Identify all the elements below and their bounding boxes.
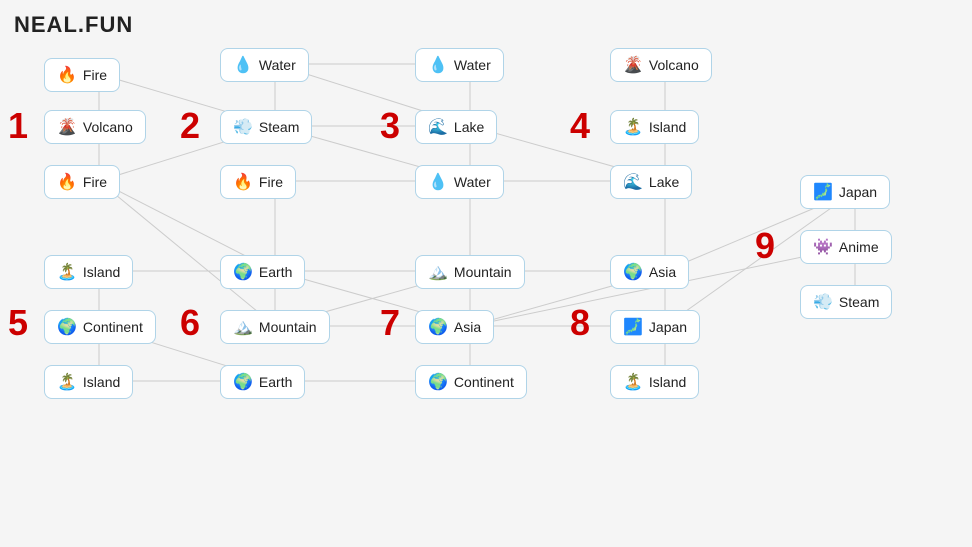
node-anime1[interactable]: 👾 Anime xyxy=(800,230,892,264)
node-earth1[interactable]: 🌍 Earth xyxy=(220,255,305,289)
step-label-9: 9 xyxy=(755,228,775,264)
node-label-island3: Island xyxy=(649,119,686,135)
node-label-earth2: Earth xyxy=(259,374,292,390)
node-fire3[interactable]: 🔥 Fire xyxy=(220,165,296,199)
node-steam1[interactable]: 💨 Steam xyxy=(220,110,312,144)
node-icon-japan1: 🗾 xyxy=(623,317,643,337)
step-label-8: 8 xyxy=(570,305,590,341)
step-label-7: 7 xyxy=(380,305,400,341)
node-icon-continent2: 🌍 xyxy=(428,372,448,392)
node-icon-steam1: 💨 xyxy=(233,117,253,137)
node-icon-island4: 🏝️ xyxy=(623,372,643,392)
node-label-steam1: Steam xyxy=(259,119,299,135)
node-icon-water3: 💧 xyxy=(428,172,448,192)
step-label-6: 6 xyxy=(180,305,200,341)
node-icon-earth1: 🌍 xyxy=(233,262,253,282)
node-label-island1: Island xyxy=(83,264,120,280)
node-icon-asia2: 🌍 xyxy=(623,262,643,282)
step-label-5: 5 xyxy=(8,305,28,341)
node-label-asia1: Asia xyxy=(454,319,481,335)
node-icon-asia1: 🌍 xyxy=(428,317,448,337)
node-label-volcano1: Volcano xyxy=(83,119,133,135)
node-icon-lake1: 🌊 xyxy=(428,117,448,137)
node-label-water3: Water xyxy=(454,174,491,190)
node-water3[interactable]: 💧 Water xyxy=(415,165,504,199)
node-label-island2: Island xyxy=(83,374,120,390)
step-label-1: 1 xyxy=(8,108,28,144)
node-water1[interactable]: 💧 Water xyxy=(220,48,309,82)
node-fire2[interactable]: 🔥 Fire xyxy=(44,165,120,199)
node-mountain2[interactable]: 🏔️ Mountain xyxy=(415,255,525,289)
node-mountain1[interactable]: 🏔️ Mountain xyxy=(220,310,330,344)
node-label-asia2: Asia xyxy=(649,264,676,280)
node-label-water1: Water xyxy=(259,57,296,73)
node-label-fire1: Fire xyxy=(83,67,107,83)
node-icon-fire2: 🔥 xyxy=(57,172,77,192)
node-icon-water2: 💧 xyxy=(428,55,448,75)
node-icon-fire1: 🔥 xyxy=(57,65,77,85)
node-lake2[interactable]: 🌊 Lake xyxy=(610,165,692,199)
node-label-mountain1: Mountain xyxy=(259,319,317,335)
node-label-mountain2: Mountain xyxy=(454,264,512,280)
node-icon-island2: 🏝️ xyxy=(57,372,77,392)
node-icon-anime1: 👾 xyxy=(813,237,833,257)
node-label-water2: Water xyxy=(454,57,491,73)
node-icon-island1: 🏝️ xyxy=(57,262,77,282)
node-asia2[interactable]: 🌍 Asia xyxy=(610,255,689,289)
node-island2[interactable]: 🏝️ Island xyxy=(44,365,133,399)
node-label-continent2: Continent xyxy=(454,374,514,390)
step-label-3: 3 xyxy=(380,108,400,144)
node-icon-lake2: 🌊 xyxy=(623,172,643,192)
node-icon-fire3: 🔥 xyxy=(233,172,253,192)
node-label-anime1: Anime xyxy=(839,239,879,255)
node-label-japan2: Japan xyxy=(839,184,877,200)
node-lake1[interactable]: 🌊 Lake xyxy=(415,110,497,144)
step-label-4: 4 xyxy=(570,108,590,144)
node-icon-volcano2: 🌋 xyxy=(623,55,643,75)
node-label-lake2: Lake xyxy=(649,174,679,190)
node-icon-mountain2: 🏔️ xyxy=(428,262,448,282)
node-icon-continent1: 🌍 xyxy=(57,317,77,337)
node-label-earth1: Earth xyxy=(259,264,292,280)
node-icon-japan2: 🗾 xyxy=(813,182,833,202)
node-label-japan1: Japan xyxy=(649,319,687,335)
node-island3[interactable]: 🏝️ Island xyxy=(610,110,699,144)
step-label-2: 2 xyxy=(180,108,200,144)
node-icon-water1: 💧 xyxy=(233,55,253,75)
node-icon-volcano1: 🌋 xyxy=(57,117,77,137)
node-label-lake1: Lake xyxy=(454,119,484,135)
node-fire1[interactable]: 🔥 Fire xyxy=(44,58,120,92)
node-label-island4: Island xyxy=(649,374,686,390)
node-japan1[interactable]: 🗾 Japan xyxy=(610,310,700,344)
node-water2[interactable]: 💧 Water xyxy=(415,48,504,82)
node-island4[interactable]: 🏝️ Island xyxy=(610,365,699,399)
node-icon-earth2: 🌍 xyxy=(233,372,253,392)
node-icon-mountain1: 🏔️ xyxy=(233,317,253,337)
node-steam2[interactable]: 💨 Steam xyxy=(800,285,892,319)
node-icon-island3: 🏝️ xyxy=(623,117,643,137)
node-label-continent1: Continent xyxy=(83,319,143,335)
node-label-volcano2: Volcano xyxy=(649,57,699,73)
node-island1[interactable]: 🏝️ Island xyxy=(44,255,133,289)
node-icon-steam2: 💨 xyxy=(813,292,833,312)
node-continent1[interactable]: 🌍 Continent xyxy=(44,310,156,344)
node-earth2[interactable]: 🌍 Earth xyxy=(220,365,305,399)
node-label-steam2: Steam xyxy=(839,294,879,310)
node-label-fire3: Fire xyxy=(259,174,283,190)
node-asia1[interactable]: 🌍 Asia xyxy=(415,310,494,344)
node-label-fire2: Fire xyxy=(83,174,107,190)
node-volcano2[interactable]: 🌋 Volcano xyxy=(610,48,712,82)
node-volcano1[interactable]: 🌋 Volcano xyxy=(44,110,146,144)
node-continent2[interactable]: 🌍 Continent xyxy=(415,365,527,399)
node-japan2[interactable]: 🗾 Japan xyxy=(800,175,890,209)
